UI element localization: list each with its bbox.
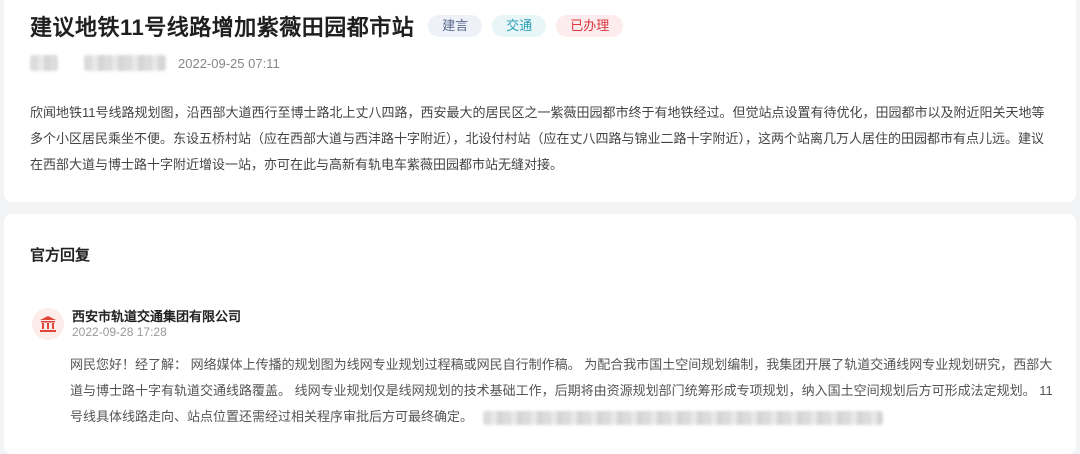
tag-suggestion[interactable]: 建言 (428, 15, 483, 37)
status-badge: 已办理 (556, 15, 624, 37)
post-card: 建议地铁11号线路增加紫薇田园都市站 建言 交通 已办理 2022-09-25 … (4, 0, 1076, 202)
title-row: 建议地铁11号线路增加紫薇田园都市站 建言 交通 已办理 (30, 10, 624, 42)
post-content: 欣闻地铁11号线路规划图，沿西部大道西行至博士路北上丈八四路，西安最大的居民区之… (30, 105, 1045, 172)
post-title: 建议地铁11号线路增加紫薇田园都市站 (30, 15, 415, 40)
reply-time: 2022-09-28 17:28 (72, 325, 167, 339)
tag-traffic[interactable]: 交通 (492, 15, 547, 37)
reply-org-name: 西安市轨道交通集团有限公司 (72, 309, 242, 324)
redacted-text (483, 410, 884, 425)
reply-content-wrap: 网民您好！经了解： 网络媒体上传播的规划图为线网专业规划过程稿或网民自行制作稿。… (70, 352, 1054, 430)
author-redacted (84, 55, 166, 71)
government-building-icon (32, 308, 64, 340)
avatar-redacted (30, 55, 58, 71)
post-meta: 2022-09-25 07:11 (30, 55, 280, 71)
reply-section-title: 官方回复 (30, 247, 91, 264)
post-time: 2022-09-25 07:11 (178, 55, 280, 71)
reply-card: 官方回复 西安市轨道交通集团有限公司 2022-09-28 17:28 网民您好… (4, 214, 1076, 454)
